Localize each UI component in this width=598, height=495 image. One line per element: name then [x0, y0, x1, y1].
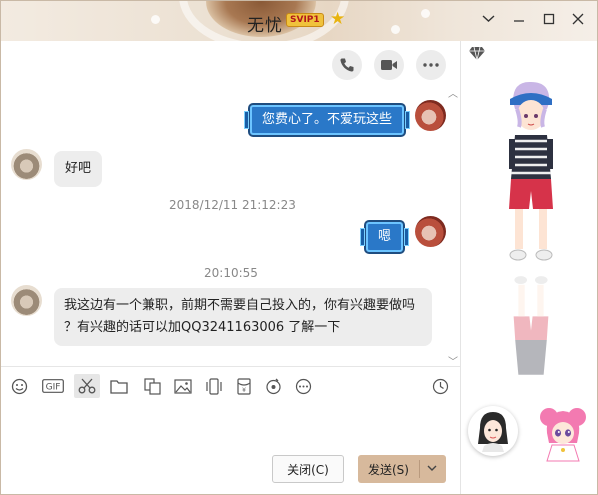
message-text: 嗯	[378, 229, 392, 244]
input-toolbar: GIF ¥	[1, 366, 460, 404]
title-bar[interactable]: 无忧 SVIP1 ★	[1, 1, 597, 41]
avatar-figure[interactable]	[501, 79, 561, 269]
chat-window: 无忧 SVIP1 ★ ︿ 您费心了。不爱玩这些 好吧 2018/12/11 21…	[0, 0, 598, 495]
picture-icon[interactable]	[173, 376, 193, 396]
my-avatar[interactable]	[415, 100, 446, 131]
phone-shake-icon[interactable]	[204, 376, 224, 396]
image-edit-icon[interactable]	[142, 376, 162, 396]
star-icon[interactable]: ★	[330, 9, 345, 29]
bubble-decoration	[360, 228, 365, 246]
diamond-icon[interactable]	[468, 46, 486, 65]
folder-icon[interactable]	[109, 376, 129, 396]
bubble-decoration	[405, 111, 411, 129]
emoji-icon[interactable]	[9, 376, 29, 396]
message-timestamp: 2018/12/11 21:12:23	[169, 198, 296, 212]
scroll-up-icon[interactable]: ︿	[448, 85, 458, 100]
flower-decoration	[421, 9, 430, 18]
close-button[interactable]: 关闭(C)	[272, 455, 344, 483]
send-divider	[419, 460, 420, 478]
chevron-down-icon[interactable]	[478, 11, 498, 29]
svg-text:GIF: GIF	[46, 383, 61, 393]
contact-name: 无忧	[247, 16, 283, 36]
maximize-icon[interactable]	[539, 11, 559, 29]
bubble-decoration	[404, 228, 410, 246]
bubble-decoration	[244, 111, 249, 129]
message-bubble-sent[interactable]: 嗯	[360, 222, 410, 252]
history-icon[interactable]	[430, 376, 450, 396]
message-bubble-received[interactable]: 我这边有一个兼职，前期不需要自己投入的，你有兴趣要做吗 ？有兴趣的话可以加QQ3…	[54, 288, 432, 346]
message-text-line: 我这边有一个兼职，前期不需要自己投入的，你有兴趣要做吗	[64, 298, 416, 313]
flower-decoration	[151, 15, 160, 24]
phone-icon[interactable]	[332, 50, 362, 80]
message-bubble-received[interactable]: 好吧	[54, 151, 103, 187]
contact-avatar[interactable]	[11, 149, 42, 180]
my-avatar[interactable]	[415, 216, 446, 247]
svip-badge[interactable]: SVIP1	[286, 13, 324, 27]
send-button-label: 发送(S)	[368, 462, 409, 477]
more-icon[interactable]	[293, 376, 313, 396]
scissors-icon[interactable]	[74, 374, 100, 398]
more-icon[interactable]	[416, 50, 446, 80]
svg-text:¥: ¥	[242, 387, 246, 394]
pet-character[interactable]	[537, 403, 589, 463]
chevron-down-icon[interactable]	[424, 459, 440, 480]
message-text-line: ？有兴趣的话可以加QQ3241163006 了解一下	[64, 320, 341, 335]
close-button-label: 关闭(C)	[287, 462, 329, 477]
gif-icon[interactable]: GIF	[41, 376, 65, 396]
message-text: 好吧	[65, 161, 92, 176]
avatar-reflection	[513, 276, 549, 375]
video-icon[interactable]	[374, 50, 404, 80]
send-button[interactable]: 发送(S)	[358, 455, 446, 483]
message-text: 您费心了。不爱玩这些	[262, 112, 393, 127]
message-input[interactable]	[1, 404, 460, 454]
flower-decoration	[391, 25, 400, 34]
message-timestamp: 20:10:55	[204, 266, 258, 280]
red-packet-icon[interactable]: ¥	[234, 376, 254, 396]
minimize-icon[interactable]	[509, 11, 529, 29]
message-bubble-sent[interactable]: 您费心了。不爱玩这些	[244, 105, 411, 135]
music-icon[interactable]	[263, 376, 283, 396]
contact-avatar[interactable]	[11, 285, 42, 316]
contact-show-avatar[interactable]	[468, 406, 518, 456]
close-icon[interactable]	[568, 11, 588, 29]
